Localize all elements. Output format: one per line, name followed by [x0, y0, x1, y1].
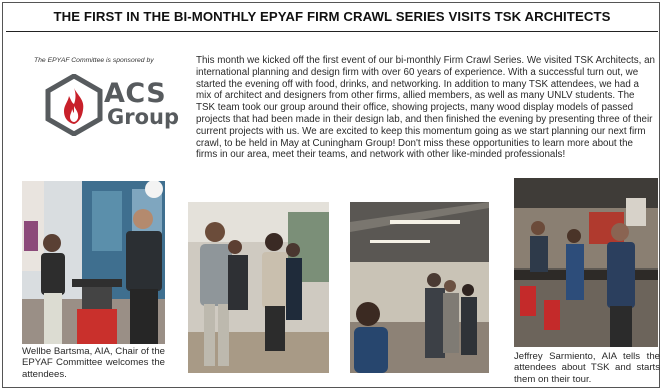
headline-rule [6, 31, 658, 32]
caption-chair-welcome: Wellbe Bartsma, AIA, Chair of the EPYAF … [22, 346, 165, 380]
photo-group-listening [188, 202, 329, 373]
sponsor-caption: The EPYAF Committee is sponsored by [34, 57, 154, 64]
photo-presenter-tour [514, 178, 658, 347]
headline: THE FIRST IN THE BI-MONTHLY EPYAF FIRM C… [53, 9, 611, 24]
photo-chair-welcome [22, 181, 165, 344]
photo-office-tour [350, 202, 489, 373]
caption-presenter-tour: Jeffrey Sarmiento, AIA tells the attende… [514, 351, 660, 385]
logo-text-acs: ACS [104, 78, 167, 109]
article-body: This month we kicked off the first event… [196, 55, 655, 161]
acs-group-logo: ACS Group [45, 74, 179, 136]
logo-text-group: Group [107, 105, 180, 129]
flame-hexagon-icon [45, 74, 103, 136]
